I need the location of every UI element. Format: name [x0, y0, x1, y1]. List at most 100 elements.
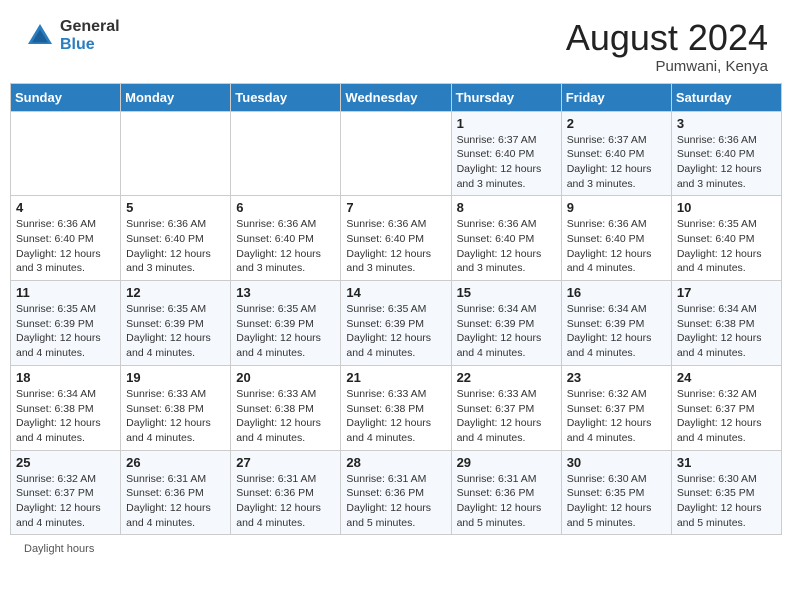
calendar-wrap: Sunday Monday Tuesday Wednesday Thursday… — [0, 83, 792, 536]
day-info: Sunrise: 6:36 AM Sunset: 6:40 PM Dayligh… — [457, 217, 556, 276]
calendar-cell: 4 Sunrise: 6:36 AM Sunset: 6:40 PM Daylig… — [11, 196, 121, 281]
day-info: Sunrise: 6:32 AM Sunset: 6:37 PM Dayligh… — [567, 387, 666, 446]
day-number: 18 — [16, 370, 115, 385]
calendar-week-1: 1 Sunrise: 6:37 AM Sunset: 6:40 PM Daylig… — [11, 111, 782, 196]
day-info: Sunrise: 6:36 AM Sunset: 6:40 PM Dayligh… — [236, 217, 335, 276]
day-number: 8 — [457, 200, 556, 215]
calendar-cell: 6Sunrise: 6:36 AM Sunset: 6:40 PM Daylig… — [231, 196, 341, 281]
day-info: Sunrise: 6:35 AM Sunset: 6:39 PM Dayligh… — [346, 302, 445, 361]
day-info: Sunrise: 6:31 AM Sunset: 6:36 PM Dayligh… — [236, 472, 335, 531]
day-info: Sunrise: 6:36 AM Sunset: 6:40 PM Dayligh… — [677, 133, 776, 192]
calendar-cell: 30 Sunrise: 6:30 AM Sunset: 6:35 PM Dayli… — [561, 450, 671, 535]
day-number: 29 — [457, 455, 556, 470]
logo: General Blue — [24, 18, 120, 53]
day-number: 2 — [567, 116, 666, 131]
calendar-cell — [11, 111, 121, 196]
calendar-cell: 18Sunrise: 6:34 AM Sunset: 6:38 PM Dayli… — [11, 365, 121, 450]
day-number: 19 — [126, 370, 225, 385]
day-number: 14 — [346, 285, 445, 300]
day-info: Sunrise: 6:30 AM Sunset: 6:35 PM Dayligh… — [567, 472, 666, 531]
calendar-cell: 23Sunrise: 6:32 AM Sunset: 6:37 PM Dayli… — [561, 365, 671, 450]
day-number: 4 — [16, 200, 115, 215]
day-info: Sunrise: 6:31 AM Sunset: 6:36 PM Dayligh… — [346, 472, 445, 531]
day-number: 1 — [457, 116, 556, 131]
month-year: August 2024 — [566, 18, 768, 58]
day-number: 20 — [236, 370, 335, 385]
day-number: 21 — [346, 370, 445, 385]
day-number: 16 — [567, 285, 666, 300]
calendar-cell: 29 Sunrise: 6:31 AM Sunset: 6:36 PM Dayli… — [451, 450, 561, 535]
col-wednesday: Wednesday — [341, 83, 451, 111]
day-info: Sunrise: 6:36 AM Sunset: 6:40 PM Dayligh… — [16, 217, 115, 276]
calendar-cell: 1 Sunrise: 6:37 AM Sunset: 6:40 PM Daylig… — [451, 111, 561, 196]
calendar-week-5: 25 Sunrise: 6:32 AM Sunset: 6:37 PM Dayli… — [11, 450, 782, 535]
calendar-cell — [231, 111, 341, 196]
calendar-cell: 28 Sunrise: 6:31 AM Sunset: 6:36 PM Dayli… — [341, 450, 451, 535]
day-number: 11 — [16, 285, 115, 300]
logo-icon — [24, 20, 56, 52]
day-info: Sunrise: 6:36 AM Sunset: 6:40 PM Dayligh… — [126, 217, 225, 276]
calendar-cell: 11 Sunrise: 6:35 AM Sunset: 6:39 PM Dayli… — [11, 281, 121, 366]
day-number: 7 — [346, 200, 445, 215]
calendar-cell: 7Sunrise: 6:36 AM Sunset: 6:40 PM Daylig… — [341, 196, 451, 281]
day-number: 22 — [457, 370, 556, 385]
day-number: 31 — [677, 455, 776, 470]
day-info: Sunrise: 6:32 AM Sunset: 6:37 PM Dayligh… — [677, 387, 776, 446]
calendar-cell: 13 Sunrise: 6:35 AM Sunset: 6:39 PM Dayli… — [231, 281, 341, 366]
logo-text: General Blue — [60, 18, 120, 53]
day-number: 17 — [677, 285, 776, 300]
day-number: 13 — [236, 285, 335, 300]
logo-general: General — [60, 18, 120, 36]
day-info: Sunrise: 6:37 AM Sunset: 6:40 PM Dayligh… — [457, 133, 556, 192]
calendar-cell: 12 Sunrise: 6:35 AM Sunset: 6:39 PM Dayli… — [121, 281, 231, 366]
calendar-cell: 24 Sunrise: 6:32 AM Sunset: 6:37 PM Dayli… — [671, 365, 781, 450]
page-header: General Blue August 2024 Pumwani, Kenya — [0, 0, 792, 83]
title-block: August 2024 Pumwani, Kenya — [566, 18, 768, 75]
col-friday: Friday — [561, 83, 671, 111]
col-tuesday: Tuesday — [231, 83, 341, 111]
day-info: Sunrise: 6:37 AM Sunset: 6:40 PM Dayligh… — [567, 133, 666, 192]
footer: Daylight hours — [0, 535, 792, 563]
day-number: 9 — [567, 200, 666, 215]
col-sunday: Sunday — [11, 83, 121, 111]
day-number: 30 — [567, 455, 666, 470]
calendar-cell: 19 Sunrise: 6:33 AM Sunset: 6:38 PM Dayli… — [121, 365, 231, 450]
calendar-cell: 26 Sunrise: 6:31 AM Sunset: 6:36 PM Dayli… — [121, 450, 231, 535]
day-info: Sunrise: 6:33 AM Sunset: 6:37 PM Dayligh… — [457, 387, 556, 446]
day-number: 24 — [677, 370, 776, 385]
day-info: Sunrise: 6:35 AM Sunset: 6:39 PM Dayligh… — [126, 302, 225, 361]
col-thursday: Thursday — [451, 83, 561, 111]
calendar-cell: 22 Sunrise: 6:33 AM Sunset: 6:37 PM Dayli… — [451, 365, 561, 450]
day-number: 5 — [126, 200, 225, 215]
calendar-week-2: 4 Sunrise: 6:36 AM Sunset: 6:40 PM Daylig… — [11, 196, 782, 281]
calendar-cell: 8 Sunrise: 6:36 AM Sunset: 6:40 PM Daylig… — [451, 196, 561, 281]
day-info: Sunrise: 6:32 AM Sunset: 6:37 PM Dayligh… — [16, 472, 115, 531]
calendar-table: Sunday Monday Tuesday Wednesday Thursday… — [10, 83, 782, 536]
calendar-cell: 10Sunrise: 6:35 AM Sunset: 6:40 PM Dayli… — [671, 196, 781, 281]
location: Pumwani, Kenya — [566, 58, 768, 75]
calendar-cell: 17 Sunrise: 6:34 AM Sunset: 6:38 PM Dayli… — [671, 281, 781, 366]
day-info: Sunrise: 6:33 AM Sunset: 6:38 PM Dayligh… — [126, 387, 225, 446]
day-info: Sunrise: 6:31 AM Sunset: 6:36 PM Dayligh… — [457, 472, 556, 531]
day-info: Sunrise: 6:31 AM Sunset: 6:36 PM Dayligh… — [126, 472, 225, 531]
day-info: Sunrise: 6:35 AM Sunset: 6:39 PM Dayligh… — [16, 302, 115, 361]
day-number: 10 — [677, 200, 776, 215]
day-number: 26 — [126, 455, 225, 470]
calendar-cell: 16 Sunrise: 6:34 AM Sunset: 6:39 PM Dayli… — [561, 281, 671, 366]
calendar-cell — [341, 111, 451, 196]
calendar-header: Sunday Monday Tuesday Wednesday Thursday… — [11, 83, 782, 111]
logo-blue: Blue — [60, 36, 120, 54]
header-row: Sunday Monday Tuesday Wednesday Thursday… — [11, 83, 782, 111]
day-info: Sunrise: 6:33 AM Sunset: 6:38 PM Dayligh… — [236, 387, 335, 446]
day-number: 25 — [16, 455, 115, 470]
calendar-cell: 27Sunrise: 6:31 AM Sunset: 6:36 PM Dayli… — [231, 450, 341, 535]
day-number: 28 — [346, 455, 445, 470]
calendar-cell: 9Sunrise: 6:36 AM Sunset: 6:40 PM Daylig… — [561, 196, 671, 281]
day-info: Sunrise: 6:35 AM Sunset: 6:39 PM Dayligh… — [236, 302, 335, 361]
day-number: 12 — [126, 285, 225, 300]
calendar-cell: 5 Sunrise: 6:36 AM Sunset: 6:40 PM Daylig… — [121, 196, 231, 281]
day-info: Sunrise: 6:34 AM Sunset: 6:39 PM Dayligh… — [457, 302, 556, 361]
day-info: Sunrise: 6:34 AM Sunset: 6:39 PM Dayligh… — [567, 302, 666, 361]
day-info: Sunrise: 6:34 AM Sunset: 6:38 PM Dayligh… — [677, 302, 776, 361]
calendar-cell — [121, 111, 231, 196]
